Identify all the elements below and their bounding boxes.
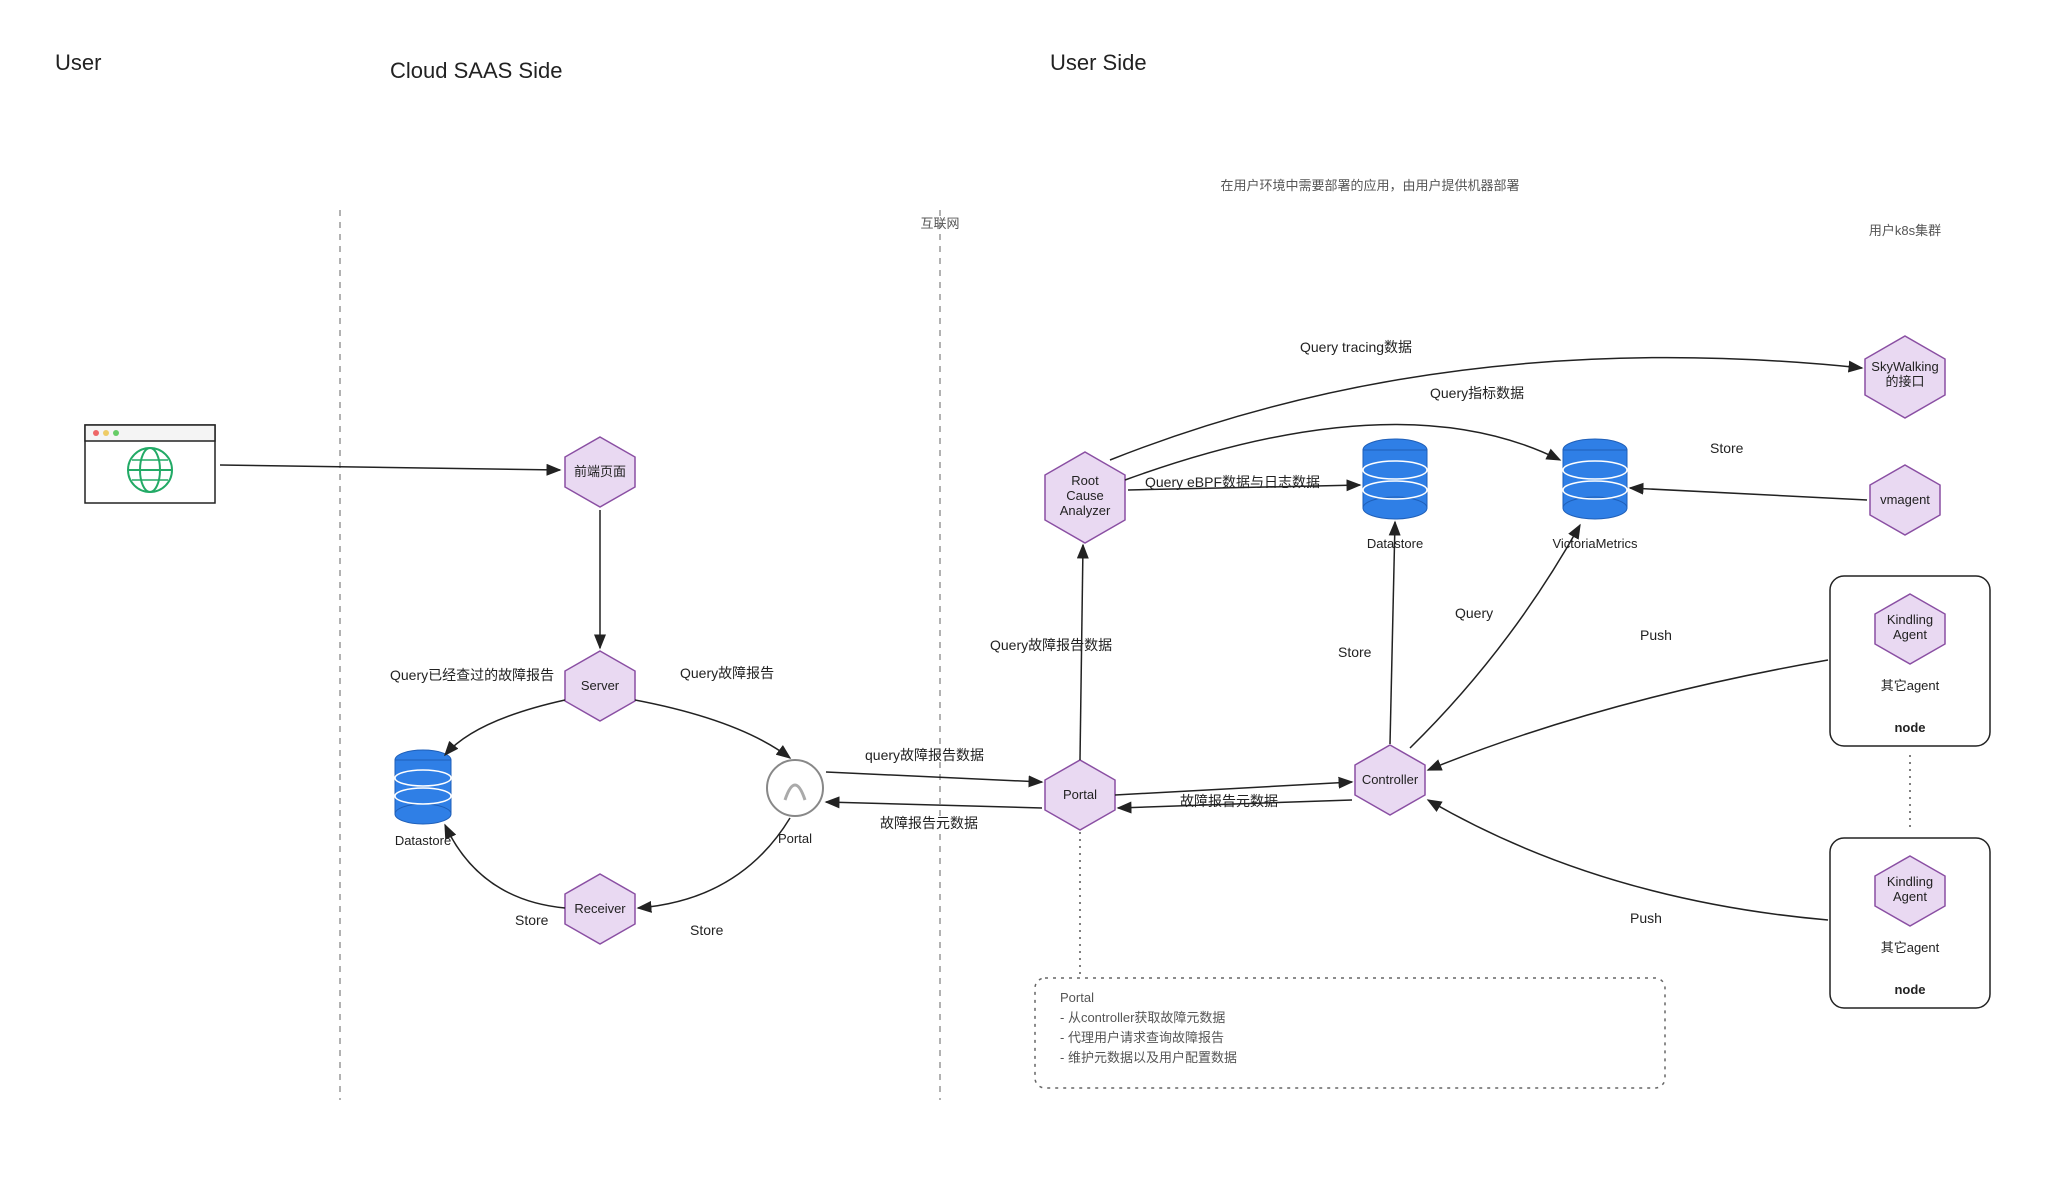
node-box-2: Kindling Agent 其它agent node — [1830, 838, 1990, 1008]
edge-rca-skywalking — [1110, 358, 1862, 460]
saas-datastore-label: Datastore — [395, 833, 451, 848]
edge-userportal-saasportal — [826, 802, 1042, 808]
edge-rca-victoria — [1125, 424, 1560, 480]
note-line1: - 从controller获取故障元数据 — [1060, 1010, 1225, 1025]
edge-vmagent-victoria — [1630, 488, 1867, 500]
kindling2-sub: 其它agent — [1881, 940, 1940, 955]
edge-server-portal-label: Query故障报告 — [680, 665, 774, 681]
receiver-node: Receiver — [565, 874, 635, 944]
edge-receiver-datastore — [445, 825, 565, 908]
annotation-user-env: 在用户环境中需要部署的应用，由用户提供机器部署 — [1220, 178, 1519, 193]
victoria-label: VictoriaMetrics — [1552, 536, 1638, 551]
note-line3: - 维护元数据以及用户配置数据 — [1060, 1050, 1237, 1065]
edge-vmagent-victoria-label: Store — [1710, 440, 1744, 456]
kindling1-sub: 其它agent — [1881, 678, 1940, 693]
server-node: Server — [565, 651, 635, 721]
kindling1-label-2: Agent — [1893, 627, 1927, 642]
victoria-node: VictoriaMetrics — [1552, 439, 1638, 551]
frontend-label: 前端页面 — [574, 464, 626, 479]
edge-portal-receiver-label: Store — [690, 922, 724, 938]
edge-rca-skywalking-label: Query tracing数据 — [1300, 339, 1412, 355]
node1-label: node — [1894, 720, 1925, 735]
edge-rca-victoria-label: Query指标数据 — [1430, 385, 1524, 401]
edge-server-datastore — [445, 700, 565, 755]
controller-node: Controller — [1355, 745, 1425, 815]
user-portal-node: Portal — [1045, 760, 1115, 830]
rca-node: Root Cause Analyzer — [1045, 452, 1125, 543]
edge-controller-victoria-label: Query — [1455, 605, 1493, 621]
section-user-side: User Side — [1050, 50, 1147, 75]
edge-portal-receiver — [638, 818, 790, 908]
saas-portal-node: Portal — [767, 760, 823, 846]
edge-controller-datastoreup — [1390, 522, 1395, 744]
kindling2-label-1: Kindling — [1887, 874, 1933, 889]
section-saas: Cloud SAAS Side — [390, 58, 562, 83]
skywalking-node: SkyWalking 的接口 — [1865, 336, 1945, 418]
note-line2: - 代理用户请求查询故障报告 — [1060, 1030, 1224, 1045]
edge-portal-rca-label: Query故障报告数据 — [990, 637, 1112, 653]
edge-controller-victoria — [1410, 525, 1580, 748]
receiver-label: Receiver — [574, 901, 626, 916]
edge-browser-frontend — [220, 465, 560, 470]
edge-cross-query-label: query故障报告数据 — [865, 747, 984, 763]
kindling1-label-1: Kindling — [1887, 612, 1933, 627]
user-portal-label: Portal — [1063, 787, 1097, 802]
vmagent-node: vmagent — [1870, 465, 1940, 535]
kindling2-label-2: Agent — [1893, 889, 1927, 904]
skywalking-label-2: 的接口 — [1885, 374, 1924, 389]
rca-label-1: Root — [1071, 473, 1099, 488]
edge-controller-datastore-label: Store — [1338, 644, 1372, 660]
edge-node2-controller — [1428, 800, 1828, 920]
rca-label-3: Analyzer — [1060, 503, 1111, 518]
browser-node — [85, 425, 215, 503]
rca-label-2: Cause — [1066, 488, 1104, 503]
vmagent-label: vmagent — [1880, 492, 1930, 507]
annotation-k8s: 用户k8s集群 — [1869, 223, 1941, 238]
edge-node2-controller-label: Push — [1630, 910, 1662, 926]
edge-receiver-datastore-label: Store — [515, 912, 549, 928]
frontend-node: 前端页面 — [565, 437, 635, 507]
edge-server-portal — [635, 700, 790, 758]
controller-label: Controller — [1362, 772, 1419, 787]
edge-cross-meta-label: 故障报告元数据 — [880, 815, 978, 831]
skywalking-label-1: SkyWalking — [1871, 359, 1938, 374]
edge-rca-datastore-label: Query eBPF数据与日志数据 — [1145, 474, 1320, 490]
node2-label: node — [1894, 982, 1925, 997]
edge-server-datastore-label: Query已经查过的故障报告 — [390, 667, 554, 683]
divider-internet-label: 互联网 — [920, 216, 959, 231]
node-box-1: Kindling Agent 其它agent node — [1830, 576, 1990, 746]
saas-datastore-node: Datastore — [395, 750, 451, 848]
section-user: User — [55, 50, 101, 75]
edge-node1-controller-label: Push — [1640, 627, 1672, 643]
edge-node1-controller — [1428, 660, 1828, 770]
server-label: Server — [581, 678, 620, 693]
note-title: Portal — [1060, 990, 1094, 1005]
edge-saasportal-userportal-1 — [826, 772, 1042, 782]
edge-report-meta-label: 故障报告元数据 — [1180, 793, 1278, 809]
architecture-diagram: User Cloud SAAS Side User Side 互联网 在用户环境… — [0, 0, 2067, 1177]
saas-portal-label: Portal — [778, 831, 812, 846]
